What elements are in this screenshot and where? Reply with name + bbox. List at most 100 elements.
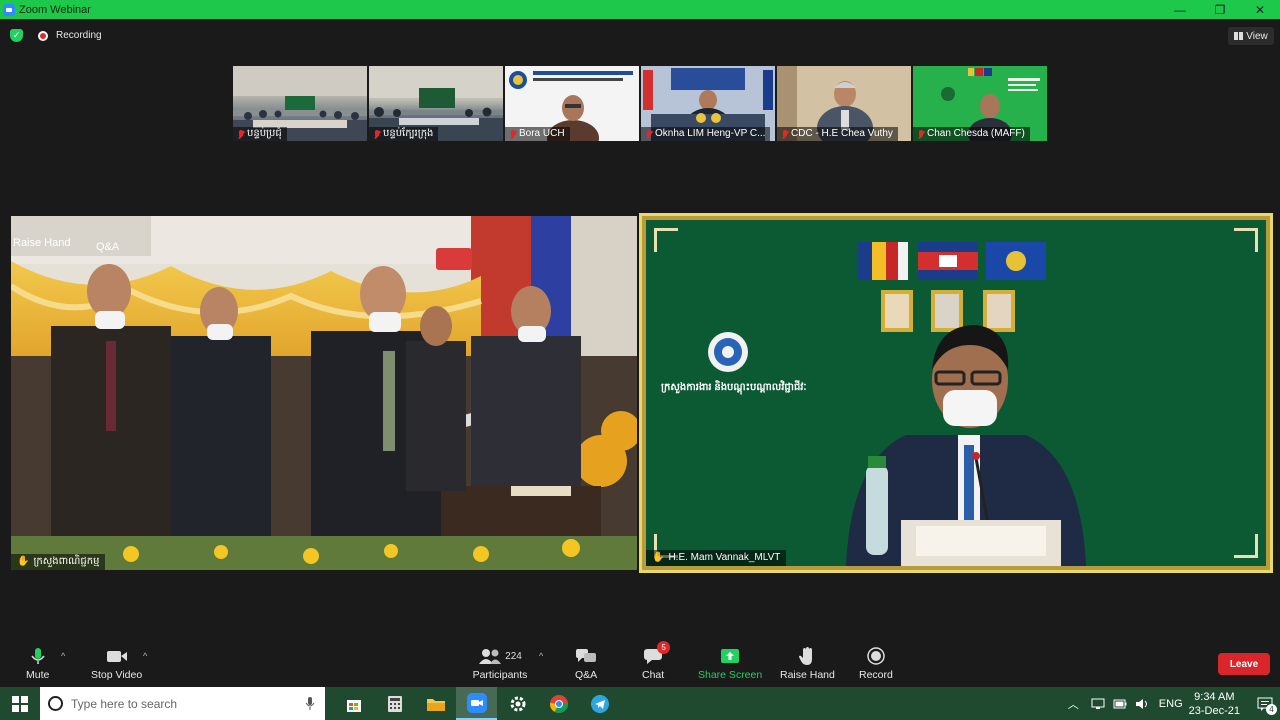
raise-hand-label: Raise Hand	[780, 669, 835, 681]
share-screen-icon	[719, 647, 741, 665]
maximize-button[interactable]: ❐	[1200, 0, 1240, 19]
thumbnail-name-label: បន្ទប់ក្បែរក្រុង	[383, 128, 434, 139]
mic-off-icon	[918, 129, 924, 139]
network-icon[interactable]	[1091, 698, 1105, 710]
participant-thumbnail[interactable]: Chan Chesda (MAFF)	[913, 66, 1047, 141]
participant-thumbnail[interactable]: បន្ទប់ប្រជុំ	[233, 66, 367, 141]
participant-thumbnail[interactable]: បន្ទប់ក្បែរក្រុង	[369, 66, 503, 141]
minimize-button[interactable]: —	[1160, 0, 1200, 19]
leave-button[interactable]: Leave	[1218, 653, 1270, 675]
mic-off-icon	[646, 129, 652, 139]
mic-off-icon	[510, 129, 516, 139]
chrome-icon[interactable]	[538, 687, 579, 720]
notification-center-button[interactable]: 4	[1250, 687, 1280, 720]
settings-icon[interactable]	[497, 687, 538, 720]
battery-icon[interactable]	[1113, 699, 1127, 709]
security-shield-icon[interactable]: ✓	[10, 29, 23, 42]
system-tray: ︿ ENG 9:34 AM 23-Dec-21 4	[1068, 687, 1280, 720]
close-button[interactable]: ✕	[1240, 0, 1280, 19]
participants-options-caret[interactable]: ^	[539, 651, 543, 661]
thumbnail-name-label: CDC - H.E Chea Vuthy	[791, 128, 893, 139]
windows-taskbar: Type here to search ︿ ENG 9:34 AM 23-Dec…	[0, 687, 1280, 720]
share-screen-label: Share Screen	[698, 669, 763, 681]
participant-thumbnail[interactable]: Bora UCH	[505, 66, 639, 141]
store-icon[interactable]	[333, 687, 374, 720]
mic-off-icon	[782, 129, 788, 139]
file-explorer-icon[interactable]	[415, 687, 456, 720]
chat-label: Chat	[642, 669, 665, 681]
search-placeholder: Type here to search	[71, 696, 178, 711]
view-button[interactable]: View	[1228, 27, 1274, 45]
audio-options-caret[interactable]: ^	[61, 651, 65, 661]
overlay-qa: Q&A	[96, 241, 120, 253]
participants-count: 224	[505, 650, 522, 662]
share-screen-button[interactable]: Share Screen	[698, 647, 762, 681]
language-indicator[interactable]: ENG	[1159, 698, 1183, 710]
view-label: View	[1246, 30, 1268, 42]
qa-icon	[575, 647, 597, 665]
stop-video-label: Stop Video	[91, 669, 143, 681]
participants-icon: 224	[472, 647, 528, 665]
recording-icon	[38, 31, 48, 41]
volume-icon[interactable]	[1135, 698, 1149, 710]
participant-thumbnail[interactable]: Oknha LIM Heng-VP C...	[641, 66, 775, 141]
thumbnail-name: CDC - H.E Chea Vuthy	[777, 127, 898, 141]
ceremony-stage-video: Raise Hand Q&A	[11, 216, 637, 570]
calculator-icon[interactable]	[374, 687, 415, 720]
recording-label: Recording	[56, 30, 102, 41]
clock-date: 23-Dec-21	[1188, 704, 1240, 717]
active-speaker-video: ក្រសួងការងារ និងបណ្តុះបណ្តាលវិជ្ជាជីវៈ	[646, 220, 1266, 566]
pin-icon: ✋	[652, 552, 665, 563]
stop-video-button[interactable]: Stop Video	[91, 647, 142, 681]
participants-button[interactable]: 224 Participants	[472, 647, 528, 681]
overlay-raise-hand: Raise Hand	[13, 237, 70, 249]
video-thumbnail-strip: បន្ទប់ប្រជុំ បន្ទប់ក្បែរក្រុង Bora UCH O…	[233, 66, 1047, 141]
taskbar-search-box[interactable]: Type here to search	[40, 687, 325, 720]
chat-button[interactable]: 5 Chat	[642, 641, 671, 681]
windows-logo-icon	[12, 695, 28, 712]
participants-label: Participants	[472, 669, 528, 681]
thumbnail-name-label: Chan Chesda (MAFF)	[927, 128, 1025, 139]
thumbnail-name: Bora UCH	[505, 127, 570, 141]
active-speaker-tile[interactable]: ក្រសួងការងារ និងបណ្តុះបណ្តាលវិជ្ជាជីវៈ ✋…	[639, 213, 1273, 573]
zoom-app-icon	[3, 3, 15, 16]
thumbnail-name: បន្ទប់ប្រជុំ	[233, 127, 287, 141]
thumbnail-name: បន្ទប់ក្បែរក្រុង	[369, 127, 439, 141]
clock-time: 9:34 AM	[1194, 690, 1235, 703]
qa-button[interactable]: Q&A	[575, 647, 597, 681]
main-video-tile[interactable]: Raise Hand Q&A ✋ ក្រសួងពាណិជ្ជកម្ម	[11, 216, 637, 570]
mute-label: Mute	[26, 669, 50, 681]
mic-off-icon	[238, 129, 244, 139]
grid-icon	[1234, 32, 1244, 40]
voice-mic-icon[interactable]	[305, 696, 315, 711]
video-options-caret[interactable]: ^	[143, 651, 147, 661]
telegram-icon[interactable]	[579, 687, 620, 720]
thumbnail-name-label: Oknha LIM Heng-VP C...	[655, 128, 766, 139]
active-speaker-name-label: H.E. Mam Vannak_MLVT	[668, 552, 781, 563]
cortana-icon	[48, 696, 63, 711]
clock[interactable]: 9:34 AM 23-Dec-21	[1189, 690, 1240, 718]
start-button[interactable]	[0, 687, 40, 720]
thumbnail-name-label: Bora UCH	[519, 128, 565, 139]
thumbnail-name-label: បន្ទប់ប្រជុំ	[247, 128, 282, 139]
mute-button[interactable]: Mute	[26, 647, 49, 681]
pin-icon: ✋	[17, 556, 30, 567]
raise-hand-icon	[796, 647, 818, 665]
zoom-icon[interactable]	[456, 687, 497, 720]
chat-icon: 5	[642, 641, 671, 665]
qa-label: Q&A	[575, 669, 598, 681]
record-button[interactable]: Record	[859, 647, 893, 681]
ministry-caption: ក្រសួងការងារ និងបណ្តុះបណ្តាលវិជ្ជាជីវៈ	[661, 382, 807, 393]
participant-thumbnail[interactable]: CDC - H.E Chea Vuthy	[777, 66, 911, 141]
main-video-name-label: ក្រសួងពាណិជ្ជកម្ម	[33, 556, 100, 567]
microphone-icon	[27, 647, 49, 665]
window-title: Zoom Webinar	[19, 3, 91, 16]
mic-off-icon	[374, 129, 380, 139]
active-speaker-name: ✋ H.E. Mam Vannak_MLVT	[646, 550, 787, 566]
meeting-toolbar: Mute ^ Stop Video ^ 224 Participants ^ Q…	[0, 641, 1280, 687]
notification-count-badge: 4	[1266, 704, 1277, 715]
thumbnail-name: Chan Chesda (MAFF)	[913, 127, 1030, 141]
video-camera-icon	[106, 647, 128, 665]
raise-hand-button[interactable]: Raise Hand	[780, 647, 835, 681]
show-hidden-icons-chevron-icon[interactable]: ︿	[1068, 696, 1079, 712]
